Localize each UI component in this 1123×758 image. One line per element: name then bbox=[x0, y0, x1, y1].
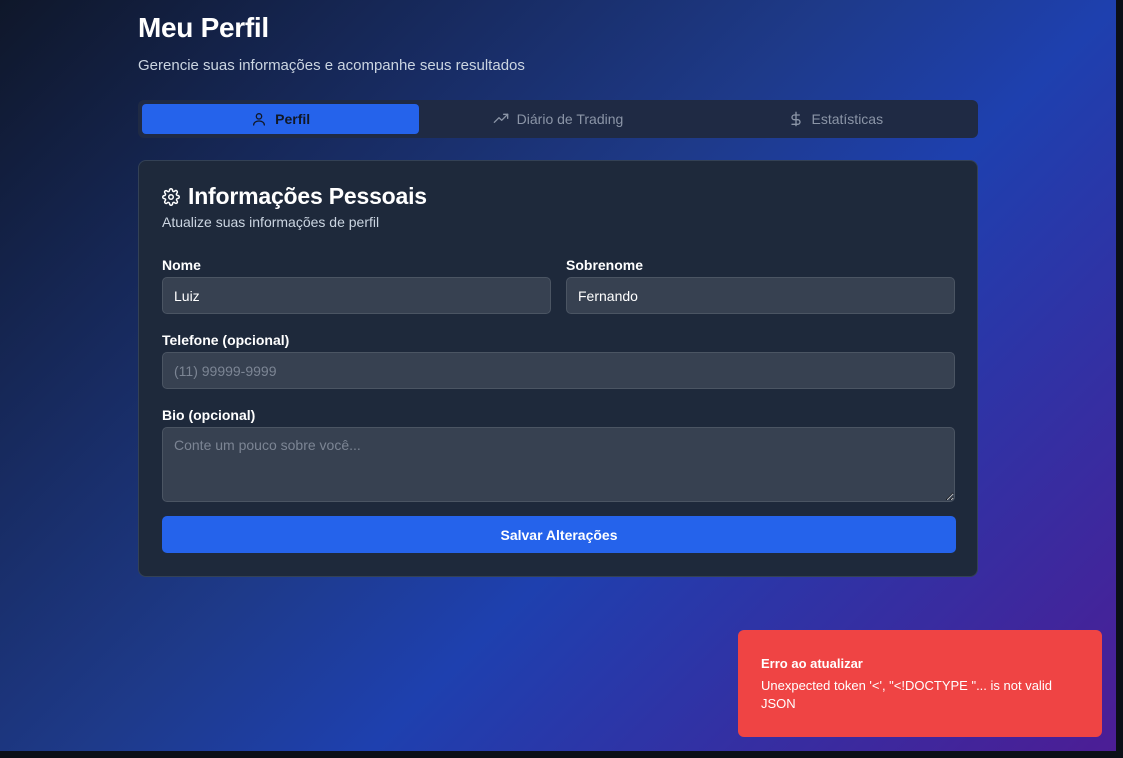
tab-estatisticas[interactable]: Estatísticas bbox=[697, 104, 974, 134]
tab-diario-de-trading[interactable]: Diário de Trading bbox=[419, 104, 696, 134]
card-title: Informações Pessoais bbox=[188, 183, 427, 209]
first-name-label: Nome bbox=[162, 257, 201, 273]
page-subtitle: Gerencie suas informações e acompanhe se… bbox=[138, 57, 525, 74]
bio-textarea[interactable] bbox=[162, 427, 955, 502]
bio-label: Bio (opcional) bbox=[162, 407, 256, 423]
window-bottom-edge bbox=[0, 751, 1123, 758]
personal-info-card: Informações Pessoais Atualize suas infor… bbox=[138, 160, 978, 577]
toast-title: Erro ao atualizar bbox=[761, 656, 863, 671]
trending-up-icon bbox=[493, 113, 509, 123]
user-icon bbox=[253, 113, 266, 126]
app-viewport: Meu Perfil Gerencie suas informações e a… bbox=[0, 0, 1116, 751]
tab-perfil[interactable]: Perfil bbox=[142, 104, 420, 134]
scrollbar-edge bbox=[1116, 0, 1123, 758]
tab-list: Perfil Diário de Trading Estatísticas bbox=[138, 100, 978, 138]
phone-label: Telefone (opcional) bbox=[162, 332, 290, 348]
tab-label: Diário de Trading bbox=[516, 111, 624, 127]
gear-icon bbox=[162, 187, 180, 206]
toast-message: Unexpected token '<', "<!DOCTYPE "... is… bbox=[761, 678, 1052, 711]
dollar-icon bbox=[790, 111, 801, 127]
card-description: Atualize suas informações de perfil bbox=[162, 214, 380, 230]
save-button[interactable]: Salvar Alterações bbox=[162, 516, 956, 553]
tab-label: Estatísticas bbox=[811, 111, 884, 127]
tab-label: Perfil bbox=[275, 111, 311, 127]
phone-input[interactable] bbox=[162, 352, 955, 389]
first-name-input[interactable] bbox=[162, 277, 551, 314]
last-name-label: Sobrenome bbox=[566, 257, 644, 273]
error-toast[interactable]: Erro ao atualizar Unexpected token '<', … bbox=[738, 630, 1102, 737]
last-name-input[interactable] bbox=[566, 277, 955, 314]
page-title: Meu Perfil bbox=[138, 12, 269, 43]
card-header: Informações Pessoais bbox=[162, 183, 427, 210]
